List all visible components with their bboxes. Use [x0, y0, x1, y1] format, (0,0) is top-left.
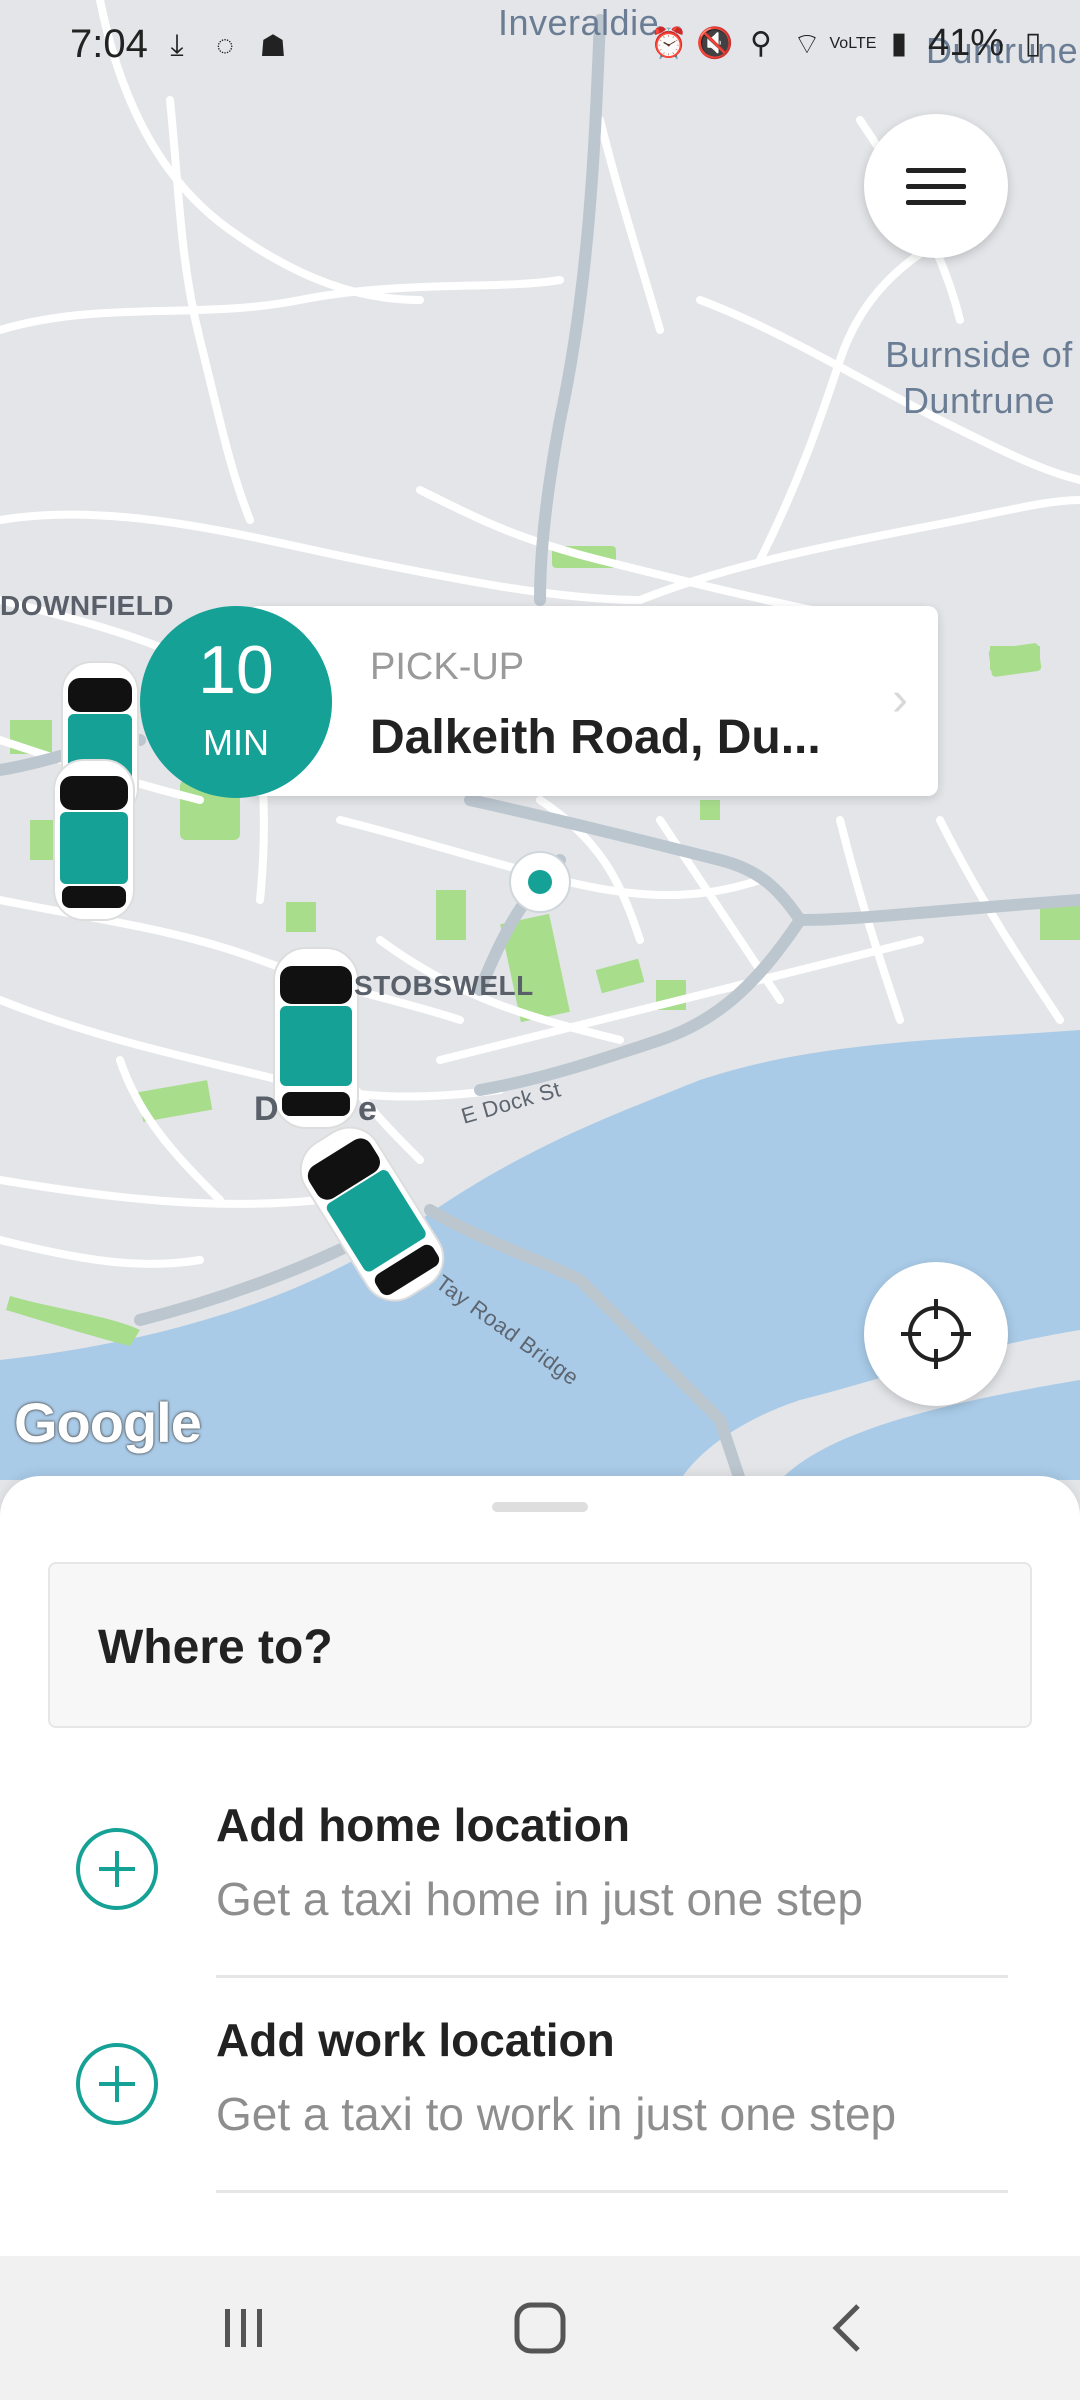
location-subtitle: Get a taxi to work in just one step — [216, 2088, 897, 2140]
location-subtitle: Get a taxi home in just one step — [216, 1873, 863, 1925]
map-label-burnside: Burnside of Duntrune — [885, 334, 1073, 421]
map-label-dundee-end: e — [358, 1090, 378, 1128]
download-icon: ⤓ — [170, 29, 184, 62]
map-label-stobswell: STOBSWELL — [354, 970, 534, 1001]
pickup-address: Dalkeith Road, Du... — [370, 711, 821, 764]
map-label-dundee-start: D — [254, 1090, 280, 1128]
crosshair-icon — [901, 1299, 971, 1369]
signal-icon: ▮ — [890, 27, 908, 60]
home-icon — [514, 2302, 566, 2354]
pickup-card[interactable]: PICK-UP Dalkeith Road, Du... › — [248, 606, 938, 796]
location-title: Add work location — [216, 2014, 615, 2066]
back-icon — [832, 2304, 860, 2352]
battery-icon: ▯ — [1024, 27, 1042, 60]
recent-apps-icon — [225, 2309, 262, 2347]
home-button[interactable] — [500, 2296, 580, 2360]
wifi-icon: ⌔ — [792, 27, 822, 61]
pickup-title: PICK-UP — [370, 646, 525, 688]
where-to-placeholder: Where to? — [98, 1621, 333, 1674]
map-label-downfield: DOWNFIELD — [0, 590, 175, 621]
mute-icon: 🔇 — [696, 27, 734, 60]
divider — [216, 2190, 1008, 2193]
system-nav-bar — [0, 2256, 1080, 2400]
eta-badge: 10 MIN — [140, 606, 332, 798]
location-title: Add home location — [216, 1799, 630, 1851]
bottom-sheet[interactable]: Where to? Add home location Get a taxi h… — [0, 1476, 1080, 2256]
whatsapp-icon: ◌ — [216, 29, 234, 62]
divider — [216, 1975, 1008, 1978]
status-time: 7:04 — [70, 22, 148, 66]
google-attribution: Google — [14, 1391, 202, 1454]
alarm-icon: ⏰ — [650, 27, 688, 60]
taxi-car-icon — [273, 947, 359, 1129]
current-location-dot — [528, 870, 552, 894]
add-circle-icon — [76, 2043, 158, 2125]
battery-percent: 41% — [927, 22, 1004, 64]
add-circle-icon — [76, 1828, 158, 1910]
add-work-location-row[interactable]: Add work location Get a taxi to work in … — [0, 1983, 1080, 2193]
location-icon: ⚲ — [749, 27, 772, 60]
recenter-button[interactable] — [864, 1262, 1008, 1406]
eta-unit: MIN — [203, 722, 269, 763]
chevron-right-icon: › — [892, 673, 908, 726]
back-button[interactable] — [806, 2296, 886, 2360]
hamburger-icon — [906, 157, 966, 216]
taxi-car-icon — [53, 759, 135, 921]
volte-icon: VoLTE — [829, 34, 877, 52]
sheet-drag-handle[interactable] — [492, 1502, 588, 1512]
menu-button[interactable] — [864, 114, 1008, 258]
add-home-location-row[interactable]: Add home location Get a taxi home in jus… — [0, 1768, 1080, 1978]
where-to-input[interactable]: Where to? — [48, 1562, 1032, 1728]
recent-apps-button[interactable] — [204, 2296, 284, 2360]
status-bar: 7:04 ⤓ ◌ ☗ ⏰ 🔇 ⚲ ⌔ VoLTE ▮ 41% ▯ — [0, 0, 1080, 100]
eta-value: 10 — [198, 632, 274, 708]
snapchat-icon: ☗ — [259, 29, 287, 63]
